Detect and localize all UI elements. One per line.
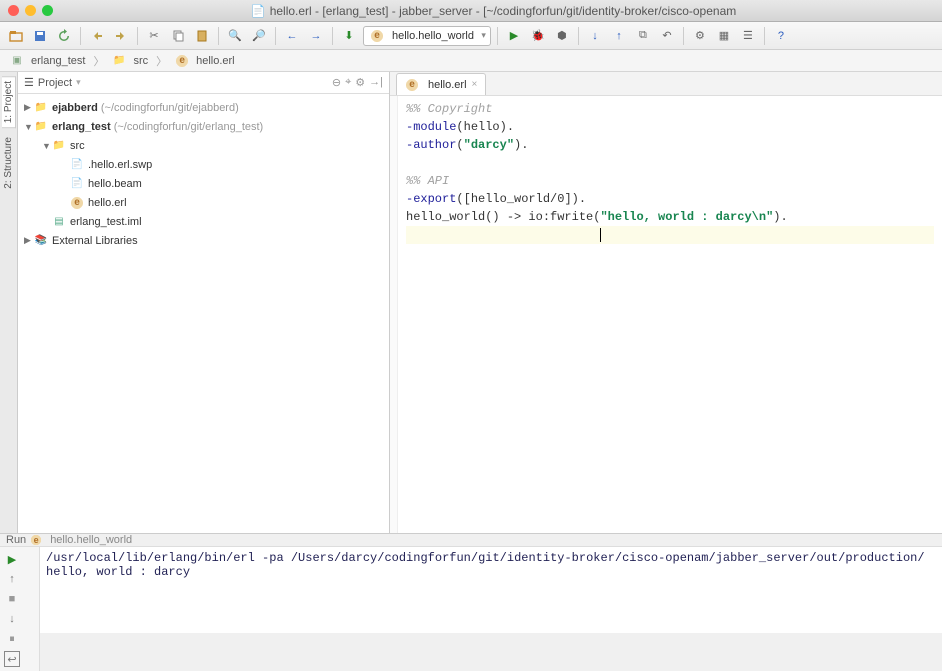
chevron-down-icon[interactable]: ▾ xyxy=(76,77,81,88)
breadcrumb-bar: ▣erlang_test 〉 📁src 〉 ehello.erl xyxy=(0,50,942,72)
library-icon: 📚 xyxy=(34,234,48,248)
module-folder-icon: 📁 xyxy=(34,101,48,115)
module-folder-icon: 📁 xyxy=(34,120,48,134)
collapse-arrow-icon[interactable]: ▼ xyxy=(42,141,52,151)
redo-icon[interactable] xyxy=(111,26,131,46)
make-icon[interactable]: ⬇ xyxy=(339,26,359,46)
expand-arrow-icon[interactable]: ▶ xyxy=(24,235,34,246)
soft-wrap-icon[interactable]: ↩ xyxy=(4,651,20,667)
pause-icon[interactable]: ⏸ xyxy=(4,631,20,647)
collapse-arrow-icon[interactable]: ▼ xyxy=(24,122,34,132)
settings-icon[interactable]: ⚙ xyxy=(690,26,710,46)
down-icon[interactable]: ↓ xyxy=(4,611,20,627)
vcs-history-icon[interactable]: ⧉ xyxy=(633,26,653,46)
coverage-icon[interactable]: ⬢ xyxy=(552,26,572,46)
back-icon[interactable]: ← xyxy=(282,26,302,46)
breadcrumb-item[interactable]: ehello.erl xyxy=(171,53,239,69)
vcs-commit-icon[interactable]: ↑ xyxy=(609,26,629,46)
rerun-icon[interactable]: ▶ xyxy=(4,551,20,567)
project-panel-header: ☰ Project ▾ ⊖ ⌖ ⚙ →| xyxy=(18,72,389,94)
paste-icon[interactable] xyxy=(192,26,212,46)
tree-file[interactable]: 📄 .hello.erl.swp xyxy=(18,155,389,174)
close-tab-icon[interactable]: × xyxy=(472,79,478,90)
chevron-right-icon: 〉 xyxy=(156,53,167,69)
editor-tab-hello[interactable]: e hello.erl × xyxy=(396,73,486,95)
traffic-lights xyxy=(8,5,53,16)
copy-icon[interactable] xyxy=(168,26,188,46)
workspace: 1: Project 2: Structure ☰ Project ▾ ⊖ ⌖ … xyxy=(0,72,942,533)
run-panel-header[interactable]: Run e hello.hello_world xyxy=(0,534,942,547)
folder-icon: 📁 xyxy=(52,139,66,153)
run-body: ▶ ↑ ■ ↓ ⏸ ↩ /usr/local/lib/erlang/bin/er… xyxy=(0,547,942,671)
cut-icon[interactable]: ✂ xyxy=(144,26,164,46)
replace-icon[interactable]: 🔎 xyxy=(249,26,269,46)
file-icon: 📄 xyxy=(70,158,84,172)
vcs-revert-icon[interactable]: ↶ xyxy=(657,26,677,46)
erl-icon: e xyxy=(175,54,189,68)
breadcrumb-item[interactable]: ▣erlang_test xyxy=(6,53,89,69)
project-panel: ☰ Project ▾ ⊖ ⌖ ⚙ →| ▶ 📁 ejabberd(~/codi… xyxy=(18,72,390,533)
project-view-icon: ☰ xyxy=(24,76,34,89)
file-icon: 📄 xyxy=(70,177,84,191)
editor-area: e hello.erl × %% Copyright -module(hello… xyxy=(390,72,942,533)
breadcrumb-item[interactable]: 📁src xyxy=(108,53,152,69)
erl-icon: e xyxy=(70,196,84,210)
tree-external-libraries[interactable]: ▶ 📚 External Libraries xyxy=(18,231,389,250)
minimize-window-button[interactable] xyxy=(25,5,36,16)
debug-icon[interactable]: 🐞 xyxy=(528,26,548,46)
run-panel: Run e hello.hello_world ▶ ↑ ■ ↓ ⏸ ↩ /usr… xyxy=(0,533,942,633)
expand-arrow-icon[interactable]: ▶ xyxy=(24,102,34,113)
module-icon: ▣ xyxy=(10,54,24,68)
project-tree[interactable]: ▶ 📁 ejabberd(~/codingforfun/git/ejabberd… xyxy=(18,94,389,533)
window-title: 📄 hello.erl - [erlang_test] - jabber_ser… xyxy=(53,4,934,18)
code-body[interactable]: %% Copyright -module(hello). -author("da… xyxy=(398,96,942,533)
erl-icon: e xyxy=(30,534,42,546)
close-window-button[interactable] xyxy=(8,5,19,16)
tree-file-hello-erl[interactable]: e hello.erl xyxy=(18,193,389,212)
undo-icon[interactable] xyxy=(87,26,107,46)
file-icon: 📄 xyxy=(251,4,266,18)
project-panel-title: Project xyxy=(38,77,72,89)
vcs-update-icon[interactable]: ↓ xyxy=(585,26,605,46)
collapse-all-icon[interactable]: ⊖ xyxy=(332,76,341,89)
iml-icon: ▤ xyxy=(52,215,66,229)
gear-icon[interactable]: ⚙ xyxy=(355,76,365,89)
text-caret xyxy=(600,228,601,242)
help-icon[interactable]: ? xyxy=(771,26,791,46)
window-titlebar: 📄 hello.erl - [erlang_test] - jabber_ser… xyxy=(0,0,942,22)
forward-icon[interactable]: → xyxy=(306,26,326,46)
run-icon[interactable]: ▶ xyxy=(504,26,524,46)
editor-tabs: e hello.erl × xyxy=(390,72,942,96)
hide-panel-icon[interactable]: →| xyxy=(369,76,383,89)
project-tool-tab[interactable]: 1: Project xyxy=(2,76,16,128)
chevron-right-icon: 〉 xyxy=(93,53,104,69)
zoom-window-button[interactable] xyxy=(42,5,53,16)
scroll-from-source-icon[interactable]: ⌖ xyxy=(345,76,351,89)
open-icon[interactable] xyxy=(6,26,26,46)
sdk-icon[interactable]: ▦ xyxy=(714,26,734,46)
structure-icon[interactable]: ☰ xyxy=(738,26,758,46)
main-toolbar: ✂ 🔍 🔎 ← → ⬇ e hello.hello_world ▶ 🐞 ⬢ ↓ … xyxy=(0,22,942,50)
tree-node-src[interactable]: ▼ 📁 src xyxy=(18,136,389,155)
run-toolbar: ▶ ↑ ■ ↓ ⏸ ↩ xyxy=(0,547,40,671)
code-editor[interactable]: %% Copyright -module(hello). -author("da… xyxy=(390,96,942,533)
structure-tool-tab[interactable]: 2: Structure xyxy=(1,132,16,194)
run-config-selector[interactable]: e hello.hello_world xyxy=(363,26,491,46)
tree-node-erlang-test[interactable]: ▼ 📁 erlang_test(~/codingforfun/git/erlan… xyxy=(18,117,389,136)
stop-icon[interactable]: ■ xyxy=(4,591,20,607)
up-icon[interactable]: ↑ xyxy=(4,571,20,587)
tree-node-ejabberd[interactable]: ▶ 📁 ejabberd(~/codingforfun/git/ejabberd… xyxy=(18,98,389,117)
save-icon[interactable] xyxy=(30,26,50,46)
gutter xyxy=(390,96,398,533)
console-output[interactable]: /usr/local/lib/erlang/bin/erl -pa /Users… xyxy=(40,547,942,671)
left-tool-rail: 1: Project 2: Structure xyxy=(0,72,18,533)
tree-file[interactable]: 📄 hello.beam xyxy=(18,174,389,193)
refresh-icon[interactable] xyxy=(54,26,74,46)
tree-file-iml[interactable]: ▤ erlang_test.iml xyxy=(18,212,389,231)
erl-icon: e xyxy=(405,78,419,92)
folder-icon: 📁 xyxy=(112,54,126,68)
erl-icon: e xyxy=(370,29,384,43)
find-icon[interactable]: 🔍 xyxy=(225,26,245,46)
